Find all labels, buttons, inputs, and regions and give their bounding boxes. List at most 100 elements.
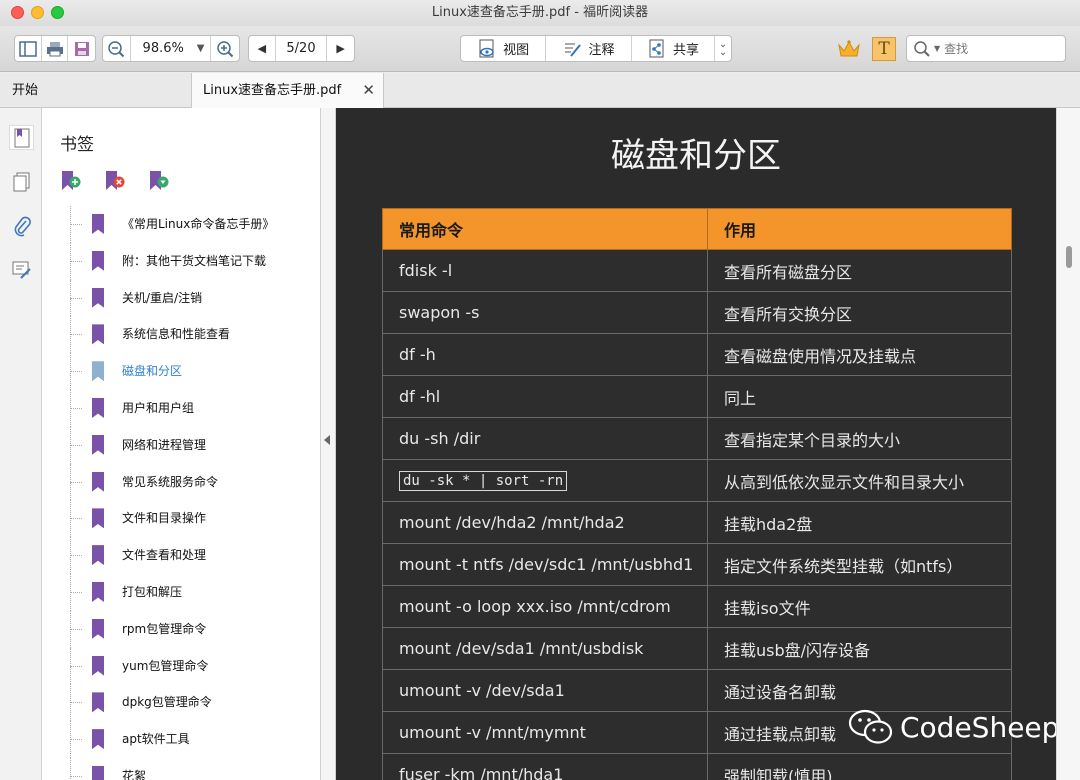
bookmark-item[interactable]: 系统信息和性能查看 xyxy=(42,316,320,354)
share-label: 共享 xyxy=(672,43,699,58)
bookmark-icon xyxy=(92,765,104,780)
scrollbar-thumb[interactable] xyxy=(1066,246,1072,268)
close-tab-icon[interactable]: ✕ xyxy=(362,73,375,108)
command-cell: du -sh /dir xyxy=(382,417,708,460)
bookmark-item[interactable]: 文件和目录操作 xyxy=(42,500,320,538)
search-input[interactable] xyxy=(944,41,1045,56)
bookmark-item[interactable]: 《常用Linux命令备忘手册》 xyxy=(42,206,320,243)
zoom-select[interactable]: 98.6% ▼ xyxy=(131,36,212,61)
zoom-out-button[interactable] xyxy=(103,36,131,61)
search-options-icon[interactable]: ▼ xyxy=(934,44,940,53)
crown-icon xyxy=(838,40,860,57)
delete-bookmark-icon[interactable] xyxy=(104,170,126,192)
share-icon xyxy=(649,39,664,57)
command-cell: df -h xyxy=(382,333,708,376)
sidebar-icon xyxy=(19,40,37,57)
wechat-icon xyxy=(848,709,893,744)
add-bookmark-icon[interactable] xyxy=(60,170,82,192)
description-cell: 从高到低依次显示文件和目录大小 xyxy=(707,459,1012,502)
view-label: 视图 xyxy=(503,43,530,58)
search-box[interactable]: ▼ xyxy=(906,35,1066,62)
document-view[interactable]: 磁盘和分区 常用命令 作用 fdisk -l 查看所有磁盘分区 swapon -s… xyxy=(336,108,1056,780)
collapse-panel-icon[interactable] xyxy=(324,435,330,445)
page-number-field[interactable]: 5/20 xyxy=(276,36,328,61)
bookmark-item[interactable]: 网络和进程管理 xyxy=(42,426,320,464)
bookmark-icon xyxy=(92,250,104,271)
bookmark-item[interactable]: 文件查看和处理 xyxy=(42,537,320,574)
command-cell: swapon -s xyxy=(382,291,708,334)
tab-home[interactable]: 开始 xyxy=(0,73,192,108)
page-nav-group: ◀ 5/20 ▶ xyxy=(248,35,355,62)
minimize-window-button[interactable] xyxy=(31,6,44,19)
pages-panel-button[interactable] xyxy=(9,169,34,194)
annotate-icon xyxy=(564,43,581,57)
title-bar: Linux速查备忘手册.pdf - 福昕阅读器 xyxy=(0,0,1080,26)
expand-bookmark-icon[interactable] xyxy=(148,170,170,192)
share-button[interactable]: 共享 xyxy=(632,36,716,61)
zoom-window-button[interactable] xyxy=(51,6,64,19)
tab-document[interactable]: Linux速查备忘手册.pdf ✕ xyxy=(192,73,384,108)
text-t-icon: T xyxy=(878,39,890,59)
bookmark-item[interactable]: 附：其他干货文档笔记下载 xyxy=(42,242,320,280)
bookmark-icon xyxy=(92,545,104,566)
annotate-label: 注释 xyxy=(588,43,615,58)
description-cell: 同上 xyxy=(707,375,1012,418)
watermark: CodeSheep xyxy=(848,708,1059,746)
bookmark-page-icon xyxy=(14,128,29,147)
bookmark-item[interactable]: rpm包管理命令 xyxy=(42,610,320,648)
printer-icon xyxy=(46,41,63,56)
previous-page-button[interactable]: ◀ xyxy=(249,36,276,61)
bookmark-item-active[interactable]: 磁盘和分区 xyxy=(42,353,320,390)
print-button[interactable] xyxy=(42,36,69,61)
mode-group: 视图 注释 共享 ⌄ ⌄ xyxy=(460,35,732,62)
bookmark-item[interactable]: 用户和用户组 xyxy=(42,389,320,427)
close-window-button[interactable] xyxy=(11,6,24,19)
zoom-in-button[interactable] xyxy=(211,36,239,61)
bookmarks-panel-button[interactable] xyxy=(9,125,34,150)
bookmark-icon xyxy=(92,397,104,418)
more-tools-button[interactable]: ⌄ ⌄ xyxy=(715,36,731,61)
table-row: mount /dev/hda2 /mnt/hda2 挂载hda2盘 xyxy=(382,501,1012,544)
typewriter-button[interactable]: T xyxy=(872,37,896,61)
table-row: fdisk -l 查看所有磁盘分区 xyxy=(382,249,1012,292)
navigation-rail xyxy=(0,108,42,780)
description-cell: 查看指定某个目录的大小 xyxy=(707,417,1012,460)
command-cell: mount -t ntfs /dev/sdc1 /mnt/usbhd1 xyxy=(382,543,708,586)
annotate-button[interactable]: 注释 xyxy=(546,36,632,61)
vertical-scrollbar[interactable] xyxy=(1056,108,1080,780)
bookmark-item[interactable]: 常见系统服务命令 xyxy=(42,463,320,501)
command-cell: mount -o loop xxx.iso /mnt/cdrom xyxy=(382,585,708,628)
save-button[interactable] xyxy=(68,36,95,61)
panel-splitter[interactable] xyxy=(320,108,336,780)
bookmark-item[interactable]: yum包管理命令 xyxy=(42,647,320,685)
premium-crown-button[interactable] xyxy=(836,37,862,61)
bookmark-list: 《常用Linux命令备忘手册》 附：其他干货文档笔记下载 关机/重启/注销 系统… xyxy=(42,206,320,780)
command-cell: mount /dev/hda2 /mnt/hda2 xyxy=(382,501,708,544)
table-header-row: 常用命令 作用 xyxy=(382,208,1012,250)
description-cell: 挂载hda2盘 xyxy=(707,501,1012,544)
tab-bar: 开始 Linux速查备忘手册.pdf ✕ xyxy=(0,73,1080,108)
window-title: Linux速查备忘手册.pdf - 福昕阅读器 xyxy=(431,5,649,20)
bookmark-item[interactable]: 花絮 xyxy=(42,757,320,780)
watermark-text: CodeSheep xyxy=(900,710,1060,744)
table-row: mount -o loop xxx.iso /mnt/cdrom 挂载iso文件 xyxy=(382,585,1012,628)
comments-panel-button[interactable] xyxy=(9,257,34,282)
command-cell: fdisk -l xyxy=(382,249,708,292)
command-cell: umount -v /mnt/mymnt xyxy=(382,711,708,754)
attachments-panel-button[interactable] xyxy=(9,213,34,238)
code-snippet: du -sk * | sort -rn xyxy=(399,471,568,491)
next-page-button[interactable]: ▶ xyxy=(327,36,354,61)
page-number: 5/20 xyxy=(286,41,316,56)
bookmarks-panel: 书签 《常用Linux命令备忘手册》 附：其他干货文档笔记下载 关机/重启/注销… xyxy=(42,108,320,780)
bookmark-icon xyxy=(92,324,104,345)
view-button[interactable]: 视图 xyxy=(461,36,547,61)
chevron-down-icon: ▼ xyxy=(196,43,205,54)
sidebar-toggle-button[interactable] xyxy=(15,36,42,61)
bookmark-item[interactable]: dpkg包管理命令 xyxy=(42,684,320,722)
view-icon xyxy=(479,39,494,57)
bookmark-item[interactable]: 打包和解压 xyxy=(42,573,320,611)
bookmark-item[interactable]: apt软件工具 xyxy=(42,721,320,758)
tab-label: 开始 xyxy=(12,83,39,98)
zoom-out-icon xyxy=(108,40,125,57)
bookmark-item[interactable]: 关机/重启/注销 xyxy=(42,279,320,317)
